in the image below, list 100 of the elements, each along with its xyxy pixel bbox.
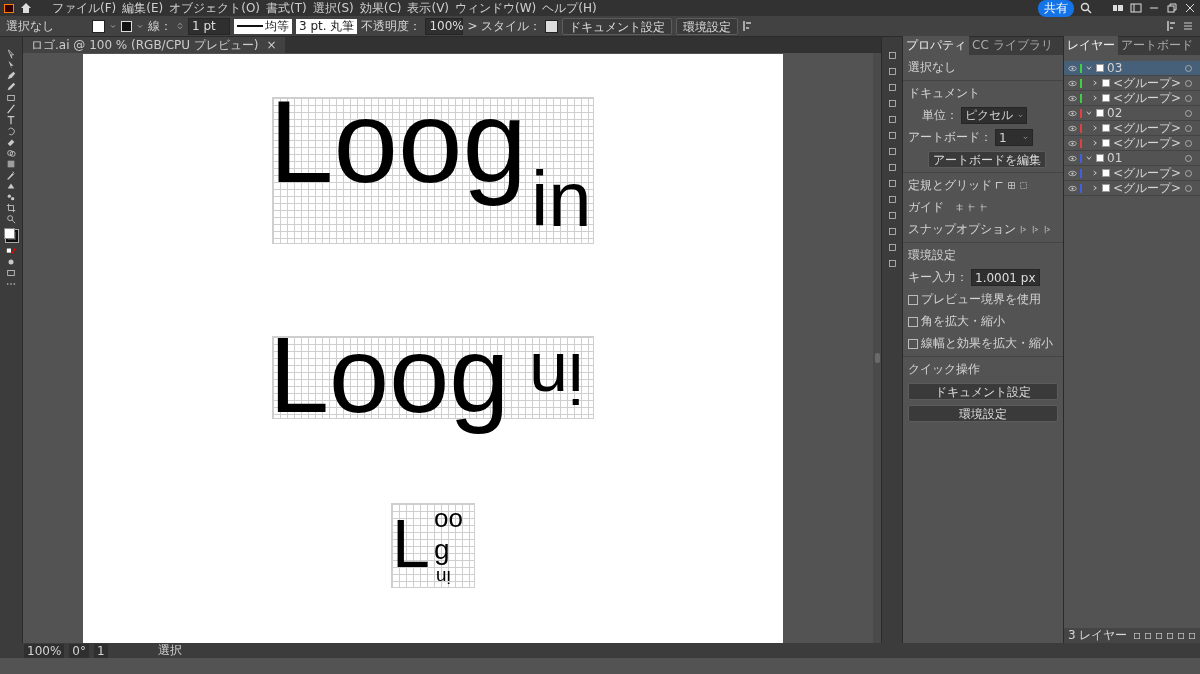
- checkbox[interactable]: [908, 316, 918, 327]
- pixel-grid-icon[interactable]: [1019, 181, 1028, 190]
- panel-tab[interactable]: CC ライブラリ: [969, 36, 1056, 55]
- artboard-nav[interactable]: 1: [93, 643, 108, 658]
- checkbox[interactable]: [908, 338, 918, 349]
- layer-row[interactable]: <グループ>: [1064, 76, 1200, 91]
- lock-guides-icon[interactable]: [967, 203, 976, 212]
- layer-row[interactable]: <グループ>: [1064, 181, 1200, 196]
- eyedropper-icon[interactable]: [6, 170, 16, 180]
- eye-icon[interactable]: [1068, 108, 1077, 118]
- menu-item[interactable]: 書式(T): [266, 0, 307, 17]
- brush-icon[interactable]: [6, 104, 16, 114]
- fill-stroke-swatch[interactable]: [4, 228, 18, 242]
- opacity-field[interactable]: 100%: [425, 17, 464, 35]
- eye-icon[interactable]: [1068, 168, 1077, 178]
- layer-row[interactable]: <グループ>: [1064, 136, 1200, 151]
- artboard-icon[interactable]: [6, 203, 16, 213]
- draw-mode-icon[interactable]: [6, 257, 16, 267]
- layer-row[interactable]: 02: [1064, 106, 1200, 121]
- eye-icon[interactable]: [1068, 93, 1077, 103]
- unit-select[interactable]: ピクセル: [961, 107, 1027, 124]
- gradient-icon[interactable]: [6, 159, 16, 169]
- brush-select[interactable]: 3 pt. 丸筆: [296, 18, 358, 34]
- eye-icon[interactable]: [1068, 78, 1077, 88]
- snap-grid-icon[interactable]: [1031, 225, 1040, 234]
- home-icon[interactable]: [20, 2, 32, 14]
- snap-point-icon[interactable]: [1019, 225, 1028, 234]
- screen-mode-icon[interactable]: [6, 268, 16, 278]
- settings-button[interactable]: ドキュメント設定: [562, 17, 673, 35]
- caret-icon[interactable]: [136, 22, 144, 30]
- restore-icon[interactable]: [1166, 2, 1178, 14]
- more-arrow[interactable]: >: [467, 19, 478, 33]
- app-logo-icon[interactable]: [4, 3, 14, 13]
- scroll-thumb[interactable]: [874, 353, 880, 363]
- guides-icon[interactable]: [955, 203, 964, 212]
- align-icon[interactable]: [1166, 20, 1178, 32]
- panel-menu-icon[interactable]: [1182, 20, 1194, 32]
- chevron-down-icon[interactable]: [1085, 154, 1093, 162]
- key-increment-field[interactable]: 1.0001 px: [971, 269, 1040, 286]
- panel-tab[interactable]: プロパティ: [903, 36, 969, 55]
- menu-item[interactable]: ウィンドウ(W): [455, 0, 537, 17]
- menu-item[interactable]: 編集(E): [122, 0, 164, 17]
- layer-row[interactable]: 01: [1064, 151, 1200, 166]
- eye-icon[interactable]: [1068, 183, 1077, 193]
- quick-action-button[interactable]: ドキュメント設定: [908, 383, 1058, 400]
- eye-icon[interactable]: [1068, 123, 1077, 133]
- zoom-icon[interactable]: [6, 214, 16, 224]
- smart-guides-icon[interactable]: [979, 203, 988, 212]
- snap-pixel-icon[interactable]: [1043, 225, 1052, 234]
- style-swatch[interactable]: [545, 19, 559, 33]
- zoom-select[interactable]: 100%: [24, 643, 65, 658]
- menu-item[interactable]: 表示(V): [407, 0, 450, 17]
- layer-row[interactable]: <グループ>: [1064, 91, 1200, 106]
- ruler-icon[interactable]: [995, 181, 1004, 190]
- shape-builder-icon[interactable]: [6, 148, 16, 158]
- selection-arrow-icon[interactable]: [6, 49, 16, 59]
- rectangle-icon[interactable]: [6, 93, 16, 103]
- workspace-grid-icon[interactable]: [1112, 2, 1124, 14]
- caret-icon[interactable]: [1022, 134, 1029, 141]
- stroke-profile-select[interactable]: 均等: [234, 18, 292, 34]
- eye-icon[interactable]: [1068, 63, 1077, 73]
- blend-icon[interactable]: [6, 181, 16, 191]
- type-icon[interactable]: [6, 115, 16, 125]
- chevron-down-icon[interactable]: [1085, 64, 1093, 72]
- edit-artboards-button[interactable]: アートボードを編集: [928, 151, 1046, 168]
- eye-icon[interactable]: [1068, 153, 1077, 163]
- menu-item[interactable]: オブジェクト(O): [169, 0, 261, 17]
- rotation-select[interactable]: 0°: [69, 643, 89, 658]
- quick-action-button[interactable]: 環境設定: [908, 405, 1058, 422]
- artboard-select[interactable]: 1: [995, 129, 1033, 146]
- close-icon[interactable]: [1184, 2, 1196, 14]
- panel-tab[interactable]: アートボード: [1118, 36, 1196, 55]
- symbol-sprayer-icon[interactable]: [6, 192, 16, 202]
- color-mode-icon[interactable]: [6, 246, 16, 256]
- pencil-icon[interactable]: [6, 82, 16, 92]
- settings-button[interactable]: 環境設定: [676, 17, 739, 35]
- stroke-swatch[interactable]: [121, 20, 132, 32]
- caret-icon[interactable]: [1017, 112, 1024, 119]
- share-button[interactable]: 共有: [1038, 0, 1074, 17]
- layer-row[interactable]: <グループ>: [1064, 121, 1200, 136]
- panel-tab[interactable]: レイヤー: [1064, 36, 1118, 55]
- menu-item[interactable]: ファイル(F): [52, 0, 117, 17]
- rotate-icon[interactable]: [6, 126, 16, 136]
- layer-row[interactable]: <グループ>: [1064, 166, 1200, 181]
- checkbox[interactable]: [908, 294, 918, 305]
- menu-item[interactable]: ヘルプ(H): [542, 0, 597, 17]
- eraser-icon[interactable]: [6, 137, 16, 147]
- menu-item[interactable]: 効果(C): [359, 0, 402, 17]
- fill-swatch[interactable]: [92, 19, 105, 33]
- eye-icon[interactable]: [1068, 138, 1077, 148]
- grid-icon[interactable]: [1007, 181, 1016, 190]
- chevron-down-icon[interactable]: [1085, 109, 1093, 117]
- panel-layout-icon[interactable]: [1130, 2, 1142, 14]
- caret-icon[interactable]: [109, 22, 117, 30]
- stroke-weight-field[interactable]: 1 pt: [188, 17, 230, 35]
- menu-item[interactable]: 選択(S): [312, 0, 354, 17]
- layer-row[interactable]: 03: [1064, 61, 1200, 76]
- document-tab[interactable]: ロゴ.ai @ 100 % (RGB/CPU プレビュー) ×: [23, 37, 285, 53]
- pen-icon[interactable]: [6, 71, 16, 81]
- stepper-icon[interactable]: [176, 21, 184, 31]
